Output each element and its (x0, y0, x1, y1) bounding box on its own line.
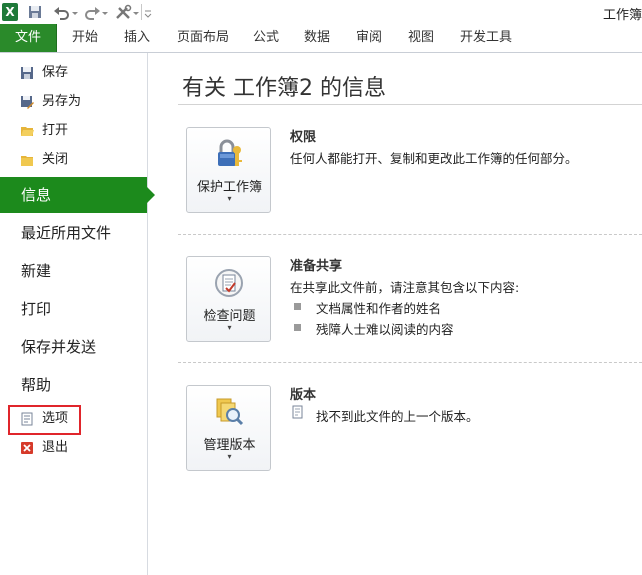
title-divider (178, 104, 642, 105)
open-folder-icon (21, 127, 34, 136)
page-title: 有关 工作簿2 的信息 (182, 76, 386, 101)
chevron-down-icon: ▾ (227, 194, 232, 203)
issue-item: 残障人士难以阅读的内容 (316, 322, 454, 337)
section-divider (178, 234, 642, 235)
manage-versions-icon (216, 398, 244, 426)
sidebar-item-label: 关闭 (42, 152, 69, 167)
button-label: 管理版本 (203, 438, 256, 453)
check-for-issues-button[interactable]: 检查问题 ▾ (186, 256, 271, 342)
section-text-permissions: 任何人都能打开、复制和更改此工作簿的任何部分。 (290, 151, 578, 166)
sidebar-item-recent[interactable]: 最近所用文件 (0, 215, 147, 251)
save-icon (21, 67, 33, 79)
redo-icon[interactable] (82, 3, 102, 21)
sidebar-item-label: 打开 (42, 123, 69, 138)
section-text-versions: 找不到此文件的上一个版本。 (316, 409, 479, 424)
tab-review[interactable]: 审阅 (356, 24, 382, 52)
section-divider (178, 362, 642, 363)
save-as-icon (21, 96, 34, 109)
section-title-versions: 版本 (290, 388, 317, 403)
issue-item: 文档属性和作者的姓名 (316, 301, 442, 316)
tab-home[interactable]: 开始 (72, 24, 98, 52)
tab-file[interactable]: 文件 (0, 24, 57, 52)
save-icon[interactable] (27, 3, 43, 21)
redo-dropdown-icon[interactable] (101, 3, 109, 21)
bullet-marker (294, 303, 301, 310)
tab-developer[interactable]: 开发工具 (460, 24, 512, 52)
tab-formulas[interactable]: 公式 (253, 24, 279, 52)
sidebar-item-label: 另存为 (42, 94, 82, 109)
tools-icon[interactable] (114, 3, 134, 21)
options-highlight-box (8, 405, 81, 435)
sidebar-item-new[interactable]: 新建 (0, 253, 147, 289)
ribbon-tabs: 文件 开始 插入 页面布局 公式 数据 审阅 视图 开发工具 (0, 24, 642, 53)
document-version-icon (292, 405, 303, 419)
inspect-document-icon (215, 269, 243, 297)
tab-page-layout[interactable]: 页面布局 (177, 24, 229, 52)
button-label: 检查问题 (203, 309, 256, 324)
quick-access-toolbar: X 工作簿 (0, 0, 642, 24)
chevron-down-icon: ▾ (227, 323, 232, 332)
undo-icon[interactable] (52, 3, 72, 21)
sidebar-item-print[interactable]: 打印 (0, 291, 147, 327)
exit-icon (21, 442, 33, 454)
sidebar-item-label: 退出 (42, 440, 69, 455)
undo-dropdown-icon[interactable] (71, 3, 79, 21)
customize-qat-icon[interactable] (144, 3, 152, 21)
sidebar-item-label: 保存 (42, 65, 69, 80)
window-title: 工作簿 (602, 8, 642, 23)
section-title-prepare-sharing: 准备共享 (290, 259, 343, 274)
backstage-sidebar: 保存 另存为 打开 关闭 信息 最近所用文件 新建 打印 保存并发送 帮助 选项… (0, 53, 155, 575)
excel-logo-icon: X (2, 3, 18, 21)
tab-insert[interactable]: 插入 (124, 24, 150, 52)
section-title-permissions: 权限 (290, 130, 317, 145)
sidebar-item-info[interactable]: 信息 (0, 177, 155, 213)
sidebar-item-help[interactable]: 帮助 (0, 367, 147, 403)
qat-separator (141, 4, 142, 20)
sidebar-item-save-send[interactable]: 保存并发送 (0, 329, 147, 365)
protect-workbook-button[interactable]: 保护工作簿 ▾ (186, 127, 271, 213)
chevron-down-icon: ▾ (227, 452, 232, 461)
tools-dropdown-icon[interactable] (132, 3, 140, 21)
manage-versions-button[interactable]: 管理版本 ▾ (186, 385, 271, 471)
lock-key-icon (218, 139, 242, 166)
button-label: 保护工作簿 (196, 180, 262, 195)
bullet-marker (294, 324, 301, 331)
tab-view[interactable]: 视图 (408, 24, 434, 52)
section-text-prepare-sharing: 在共享此文件前，请注意其包含以下内容: (290, 280, 520, 295)
tab-data[interactable]: 数据 (304, 24, 330, 52)
close-folder-icon (21, 156, 33, 166)
